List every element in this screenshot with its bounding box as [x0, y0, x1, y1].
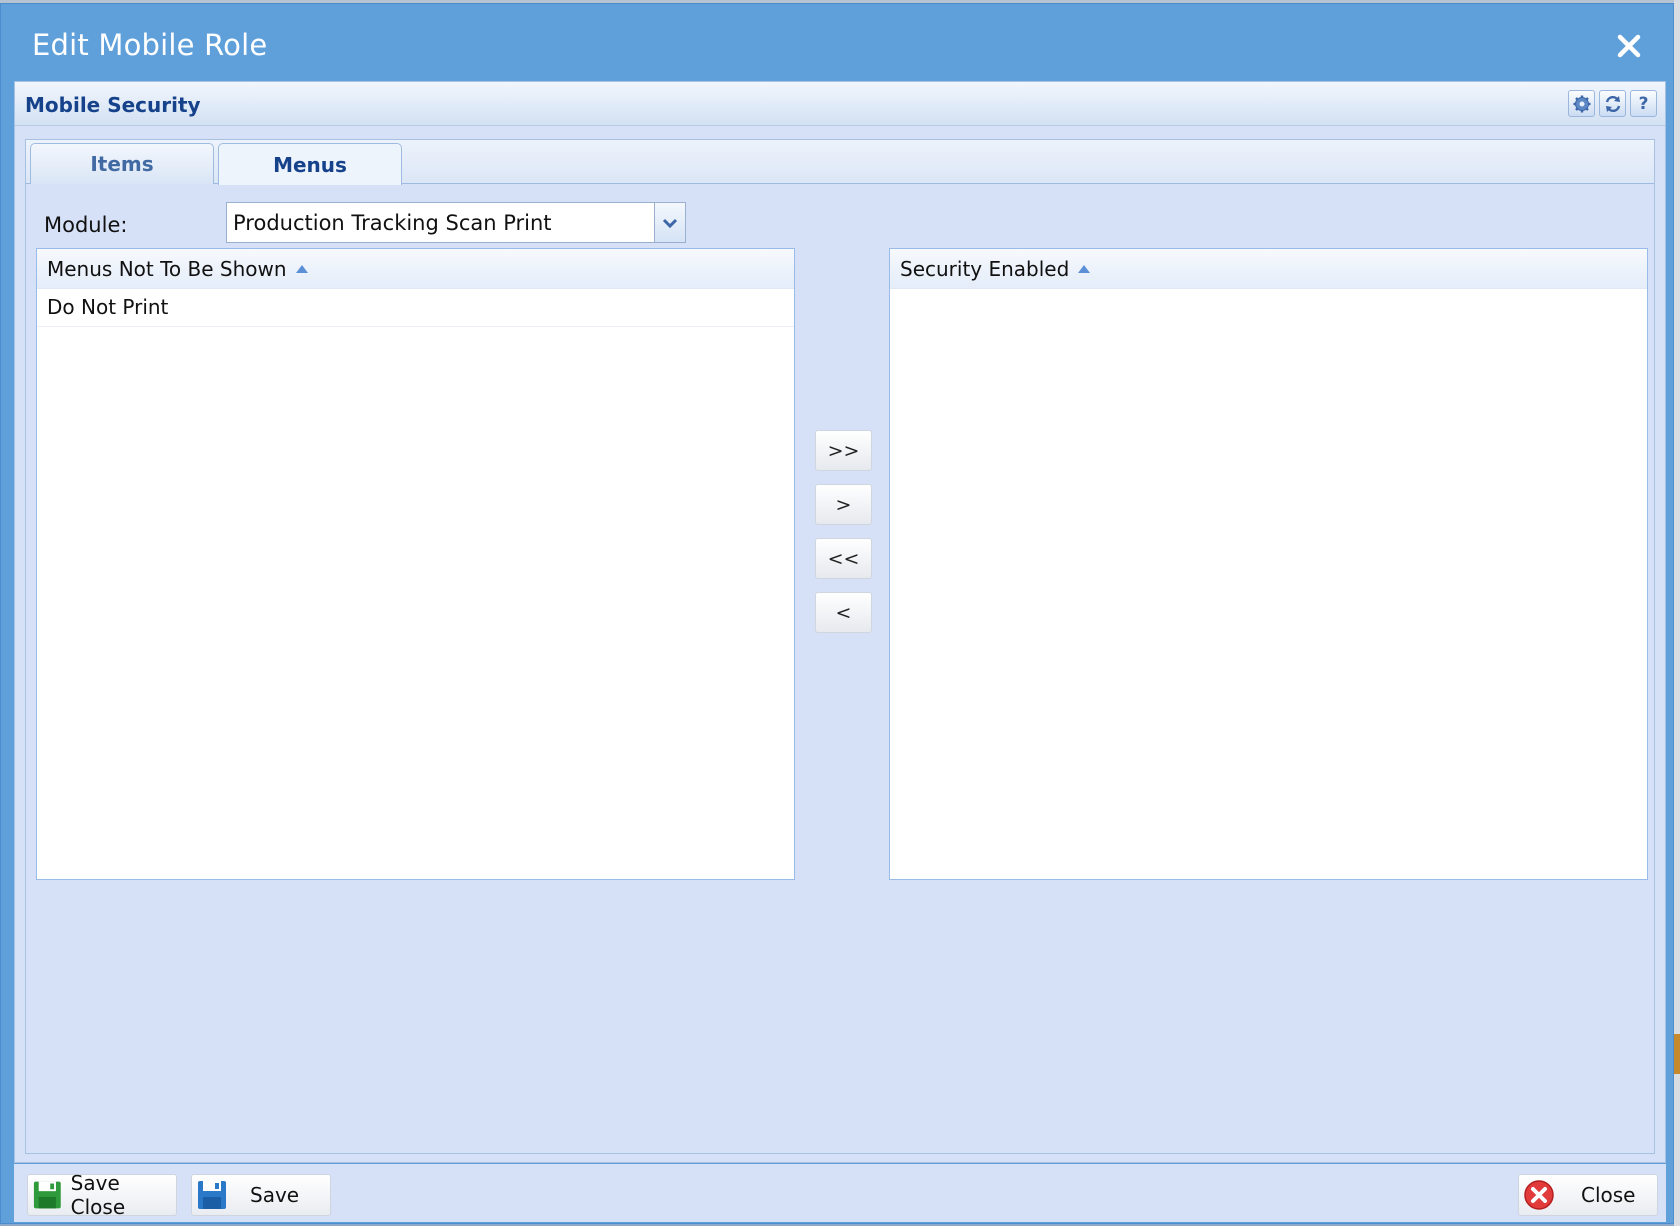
background-edge: [1674, 0, 1680, 1226]
move-all-right-button[interactable]: >>: [815, 430, 872, 471]
sort-ascending-icon: [1078, 265, 1091, 273]
module-select-value: Production Tracking Scan Print: [233, 211, 552, 235]
background-mark: [1674, 1034, 1680, 1074]
save-icon: [198, 1181, 226, 1209]
move-all-left-button[interactable]: <<: [815, 538, 872, 579]
mobile-security-panel: Mobile Security ? Items Menus Module: Pr…: [14, 81, 1666, 1163]
save-label: Save: [250, 1183, 300, 1207]
footer-toolbar: Save Close Save Close: [14, 1164, 1666, 1222]
panel-title: Mobile Security: [25, 93, 201, 117]
dialog-titlebar[interactable]: Edit Mobile Role: [1, 4, 1673, 80]
security-enabled-grid: Security Enabled: [889, 248, 1648, 880]
refresh-icon[interactable]: [1599, 90, 1626, 117]
move-right-button[interactable]: >: [815, 484, 872, 525]
gear-icon[interactable]: [1568, 90, 1595, 117]
close-button[interactable]: Close: [1518, 1174, 1658, 1216]
dialog-title: Edit Mobile Role: [32, 28, 268, 62]
module-select[interactable]: Production Tracking Scan Print: [226, 202, 686, 243]
menus-not-shown-header-label: Menus Not To Be Shown: [47, 257, 309, 281]
save-close-button[interactable]: Save Close: [27, 1171, 177, 1219]
row-label: Do Not Print: [47, 295, 169, 319]
close-label: Close: [1581, 1183, 1636, 1207]
panel-tools: ?: [1568, 90, 1657, 117]
save-close-label: Save Close: [70, 1171, 126, 1219]
sort-ascending-icon: [295, 265, 308, 273]
menus-not-shown-grid: Menus Not To Be Shown Do Not Print: [36, 248, 795, 880]
security-enabled-header[interactable]: Security Enabled: [890, 249, 1647, 289]
chevron-down-icon[interactable]: [654, 203, 685, 242]
security-enabled-header-label: Security Enabled: [900, 257, 1091, 281]
tab-menus[interactable]: Menus: [218, 143, 402, 185]
close-circle-icon: [1524, 1180, 1554, 1210]
tab-strip: Items Menus: [26, 140, 1654, 185]
help-glyph: ?: [1638, 93, 1649, 114]
save-button[interactable]: Save: [191, 1174, 331, 1216]
close-icon[interactable]: [1615, 32, 1643, 60]
tab-items[interactable]: Items: [30, 143, 214, 184]
header-text: Menus Not To Be Shown: [47, 257, 287, 281]
module-label: Module:: [44, 213, 128, 237]
menus-not-shown-header[interactable]: Menus Not To Be Shown: [37, 249, 794, 289]
header-text: Security Enabled: [900, 257, 1070, 281]
edit-mobile-role-dialog: Edit Mobile Role Mobile Security ? Items…: [0, 3, 1674, 1224]
move-left-button[interactable]: <: [815, 592, 872, 633]
tab-panel: Items Menus Module: Production Tracking …: [25, 139, 1655, 1154]
help-icon[interactable]: ?: [1630, 90, 1657, 117]
save-icon: [33, 1181, 61, 1209]
table-row[interactable]: Do Not Print: [37, 289, 794, 327]
panel-header: Mobile Security ?: [15, 82, 1665, 126]
